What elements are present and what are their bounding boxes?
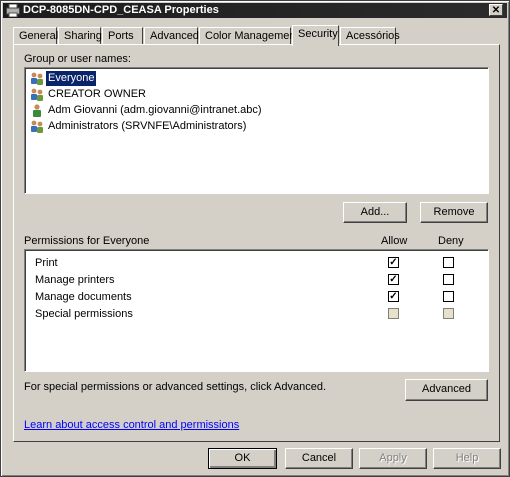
user-list[interactable]: Everyone CREATOR OWNER Adm Giovanni (adm… — [24, 67, 489, 194]
permissions-list: Print ✓ Manage printers ✓ Manage documen… — [24, 249, 489, 372]
user-name: Adm Giovanni (adm.giovanni@intranet.abc) — [48, 104, 262, 116]
apply-button[interactable]: Apply — [359, 448, 427, 469]
group-label: Group or user names: — [24, 53, 131, 65]
allow-header: Allow — [381, 235, 408, 247]
tab-advanced[interactable]: Advanced — [144, 27, 199, 44]
tab-general[interactable]: General — [13, 27, 59, 44]
deny-checkbox — [443, 308, 454, 319]
group-icon — [31, 72, 43, 85]
allow-checkbox — [388, 308, 399, 319]
cancel-button[interactable]: Cancel — [285, 448, 353, 469]
learn-link[interactable]: Learn about access control and permissio… — [24, 419, 239, 431]
help-button[interactable]: Help — [433, 448, 501, 469]
tab-ports[interactable]: Ports — [102, 27, 143, 44]
tab-security[interactable]: Security — [292, 25, 339, 46]
permission-row: Print ✓ — [25, 255, 485, 271]
tab-label: Color Management — [205, 30, 299, 42]
allow-checkbox[interactable]: ✓ — [388, 291, 399, 302]
tab-acessorios[interactable]: Acessórios — [340, 27, 400, 44]
tab-sharing[interactable]: Sharing — [58, 27, 102, 44]
permission-name: Special permissions — [35, 308, 133, 320]
close-button[interactable]: ✕ — [489, 4, 503, 16]
window-title: DCP-8085DN-CPD_CEASA Properties — [23, 4, 219, 16]
tab-label: General — [19, 30, 59, 42]
remove-button[interactable]: Remove — [420, 202, 488, 223]
printer-icon — [6, 4, 20, 17]
permissions-label: Permissions for Everyone — [24, 235, 150, 247]
permission-row: Special permissions — [25, 306, 485, 322]
security-panel: Group or user names: Everyone CREATOR OW… — [13, 44, 500, 442]
deny-checkbox[interactable] — [443, 274, 454, 285]
properties-dialog: DCP-8085DN-CPD_CEASA Properties ✕ Genera… — [0, 0, 510, 477]
advanced-hint: For special permissions or advanced sett… — [24, 381, 327, 393]
tab-label: Security — [298, 28, 338, 40]
deny-checkbox[interactable] — [443, 291, 454, 302]
ok-button[interactable]: OK — [208, 448, 277, 469]
permission-name: Manage documents — [35, 291, 132, 303]
allow-checkbox[interactable]: ✓ — [388, 274, 399, 285]
permission-name: Print — [35, 257, 58, 269]
user-name: CREATOR OWNER — [48, 88, 146, 100]
tab-label: Advanced — [150, 30, 199, 42]
user-name: Administrators (SRVNFE\Administrators) — [48, 120, 247, 132]
user-name: Everyone — [46, 71, 97, 86]
advanced-button[interactable]: Advanced — [405, 379, 488, 401]
add-button[interactable]: Add... — [343, 202, 407, 223]
tab-label: Ports — [108, 30, 134, 42]
close-icon: ✕ — [491, 5, 501, 16]
permission-row: Manage documents ✓ — [25, 289, 485, 305]
deny-checkbox[interactable] — [443, 257, 454, 268]
deny-header: Deny — [438, 235, 464, 247]
user-icon — [33, 104, 41, 117]
tab-label: Sharing — [64, 30, 102, 42]
title-bar[interactable]: DCP-8085DN-CPD_CEASA Properties ✕ — [3, 3, 507, 18]
group-icon — [31, 88, 43, 101]
tab-color-management[interactable]: Color Management — [199, 27, 299, 44]
permission-row: Manage printers ✓ — [25, 272, 485, 288]
group-icon — [31, 120, 43, 133]
permission-name: Manage printers — [35, 274, 115, 286]
allow-checkbox[interactable]: ✓ — [388, 257, 399, 268]
tab-label: Acessórios — [346, 30, 400, 42]
